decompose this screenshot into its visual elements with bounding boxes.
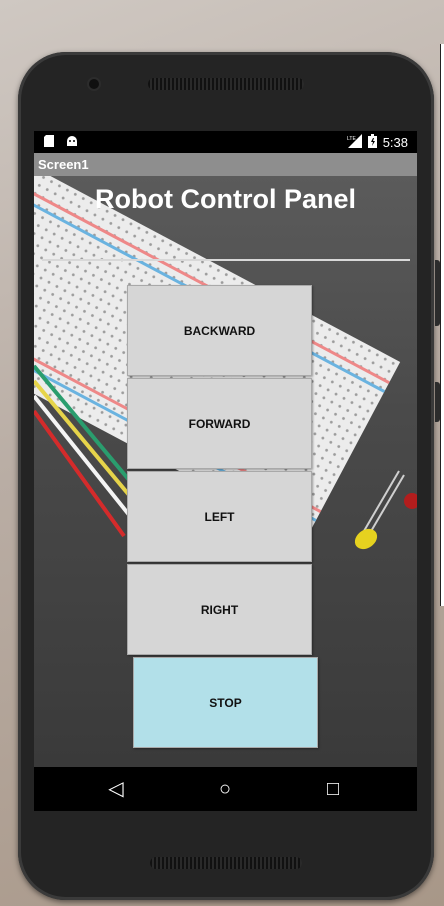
adjacent-window-edge (440, 44, 444, 606)
battery-icon (367, 134, 377, 151)
bottom-speaker (150, 857, 302, 869)
forward-button[interactable]: FORWARD (127, 378, 312, 469)
page-title: Robot Control Panel (95, 184, 356, 214)
back-icon[interactable]: ◁ (102, 777, 130, 801)
power-button (435, 382, 440, 422)
app-title: Screen1 (38, 157, 89, 172)
svg-text:LTE: LTE (347, 136, 356, 142)
device-screen: LTE 5:38 Screen1 Robot Control Panel BAC… (34, 131, 417, 811)
volume-button (435, 260, 440, 326)
home-icon[interactable]: ○ (211, 777, 239, 801)
title-divider (42, 259, 410, 261)
right-button[interactable]: RIGHT (127, 564, 312, 655)
stop-button[interactable]: STOP (133, 657, 318, 748)
backward-button[interactable]: BACKWARD (127, 285, 312, 376)
sd-card-icon (44, 135, 54, 150)
status-bar: LTE 5:38 (34, 131, 417, 153)
navigation-bar: ◁ ○ □ (34, 767, 417, 811)
android-icon (66, 135, 78, 150)
recents-icon[interactable]: □ (319, 777, 347, 801)
led-components-image (354, 470, 417, 550)
app-title-bar: Screen1 (34, 153, 417, 176)
front-camera (89, 79, 99, 89)
earpiece-speaker (148, 78, 304, 90)
status-time: 5:38 (382, 135, 408, 150)
left-button[interactable]: LEFT (127, 471, 312, 562)
signal-icon: LTE (346, 134, 362, 151)
app-content: Robot Control Panel BACKWARD FORWARD LEF… (34, 176, 417, 767)
